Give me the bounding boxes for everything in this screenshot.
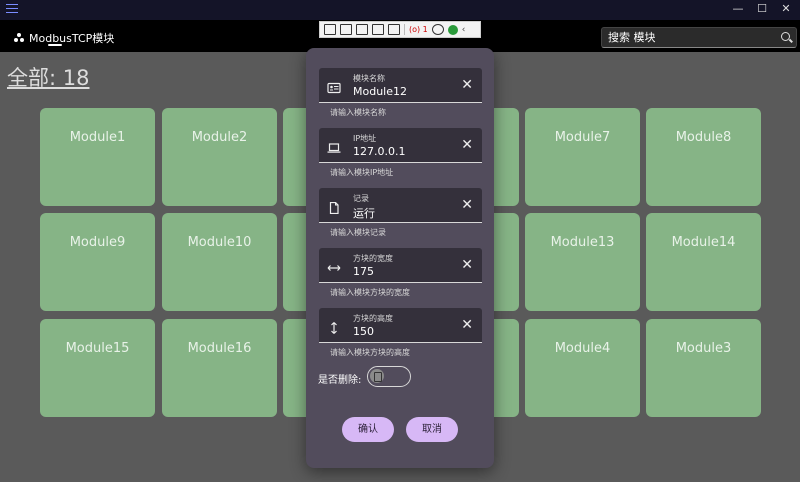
accessibility-icon[interactable] xyxy=(431,24,444,35)
delete-label: 是否删除: xyxy=(318,375,362,386)
module-tile-label: Module15 xyxy=(65,341,130,356)
video-icon[interactable] xyxy=(340,24,352,35)
module-tile-label: Module4 xyxy=(554,341,611,356)
module-tile[interactable]: Module9 xyxy=(40,213,155,311)
field-hint: 请输入模块记录 xyxy=(330,228,386,237)
module-tile-label: Module10 xyxy=(187,235,252,250)
module-tile-label: Module7 xyxy=(554,130,611,145)
module-tile[interactable]: Module4 xyxy=(525,319,640,417)
check-icon[interactable] xyxy=(447,24,458,35)
field-value[interactable]: Module12 xyxy=(353,85,407,98)
module-tile-label: Module8 xyxy=(675,130,732,145)
binding-errors-count[interactable]: (o) 1 xyxy=(409,25,428,34)
id-card-icon xyxy=(327,79,341,94)
modules-logo-icon xyxy=(14,33,24,42)
search-icon[interactable] xyxy=(781,32,790,41)
toolbar-divider xyxy=(404,24,405,35)
text-field[interactable]: 模块名称 Module12 ✕ xyxy=(319,68,482,103)
module-tile[interactable]: Module7 xyxy=(525,108,640,206)
module-tile[interactable]: Module15 xyxy=(40,319,155,417)
minimize-button[interactable]: — xyxy=(730,2,746,16)
field-value[interactable]: 127.0.0.1 xyxy=(353,145,405,158)
module-tile-label: Module14 xyxy=(671,235,736,250)
field-value[interactable]: 175 xyxy=(353,265,374,278)
module-tile[interactable]: Module14 xyxy=(646,213,761,311)
module-tile[interactable]: Module16 xyxy=(162,319,277,417)
clear-icon[interactable]: ✕ xyxy=(461,77,473,93)
debug-toolbar: (o) 1 ‹ xyxy=(319,21,481,38)
title-bar: — ☐ ✕ xyxy=(0,0,800,20)
field-hint: 请输入模块IP地址 xyxy=(330,168,394,177)
field-label: 记录 xyxy=(353,194,369,203)
text-field[interactable]: 方块的宽度 175 ✕ xyxy=(319,248,482,283)
field-label: IP地址 xyxy=(353,134,377,143)
module-tile-label: Module3 xyxy=(675,341,732,356)
layout-bounds-icon[interactable] xyxy=(372,24,384,35)
module-tile-label: Module13 xyxy=(550,235,615,250)
tab-modbus-modules[interactable]: ModbusTCP模块 xyxy=(29,30,114,46)
document-icon xyxy=(327,199,341,215)
field-hint: 请输入模块方块的高度 xyxy=(330,348,410,357)
confirm-button[interactable]: 确认 xyxy=(342,417,394,442)
horizontal-arrows-icon xyxy=(327,259,341,271)
laptop-icon xyxy=(327,139,341,153)
field-label: 方块的宽度 xyxy=(353,254,393,263)
total-count: 全部: 18 xyxy=(7,66,90,90)
field-label: 模块名称 xyxy=(353,74,385,83)
module-tile-label: Module9 xyxy=(69,235,126,250)
edit-module-dialog: 模块名称 Module12 ✕ 请输入模块名称 IP地址 127.0.0.1 ✕ 请输入模块I… xyxy=(306,48,494,468)
field-hint: 请输入模块名称 xyxy=(330,108,386,117)
close-window-button[interactable]: ✕ xyxy=(778,2,794,16)
clear-icon[interactable]: ✕ xyxy=(461,257,473,273)
module-tile[interactable]: Module13 xyxy=(525,213,640,311)
module-tile-label: Module1 xyxy=(69,130,126,145)
module-tile-label: Module2 xyxy=(191,130,248,145)
field-label: 方块的高度 xyxy=(353,314,393,323)
text-field[interactable]: IP地址 127.0.0.1 ✕ xyxy=(319,128,482,163)
module-tile-label: Module16 xyxy=(187,341,252,356)
clear-icon[interactable]: ✕ xyxy=(461,317,473,333)
text-field[interactable]: 方块的高度 150 ✕ xyxy=(319,308,482,343)
search-input[interactable]: 搜索 模块 xyxy=(601,27,797,48)
select-element-icon[interactable] xyxy=(324,24,336,35)
trash-icon xyxy=(370,369,384,383)
delete-toggle[interactable] xyxy=(367,366,411,387)
module-tile[interactable]: Module2 xyxy=(162,108,277,206)
field-value[interactable]: 运行 xyxy=(353,205,375,221)
hamburger-menu-icon[interactable] xyxy=(6,4,18,14)
module-tile[interactable]: Module1 xyxy=(40,108,155,206)
inspect-icon[interactable] xyxy=(388,24,400,35)
search-value: 搜索 模块 xyxy=(608,31,656,44)
field-hint: 请输入模块方块的宽度 xyxy=(330,288,410,297)
clear-icon[interactable]: ✕ xyxy=(461,137,473,153)
cursor-icon[interactable] xyxy=(356,24,368,35)
module-tile[interactable]: Module3 xyxy=(646,319,761,417)
field-value[interactable]: 150 xyxy=(353,325,374,338)
clear-icon[interactable]: ✕ xyxy=(461,197,473,213)
text-field[interactable]: 记录运行 ✕ xyxy=(319,188,482,223)
cancel-button[interactable]: 取消 xyxy=(406,417,458,442)
vertical-arrows-icon xyxy=(327,319,341,334)
module-tile[interactable]: Module10 xyxy=(162,213,277,311)
active-tab-indicator xyxy=(48,44,62,46)
module-tile[interactable]: Module8 xyxy=(646,108,761,206)
collapse-icon[interactable]: ‹ xyxy=(462,25,466,35)
maximize-button[interactable]: ☐ xyxy=(754,2,770,16)
